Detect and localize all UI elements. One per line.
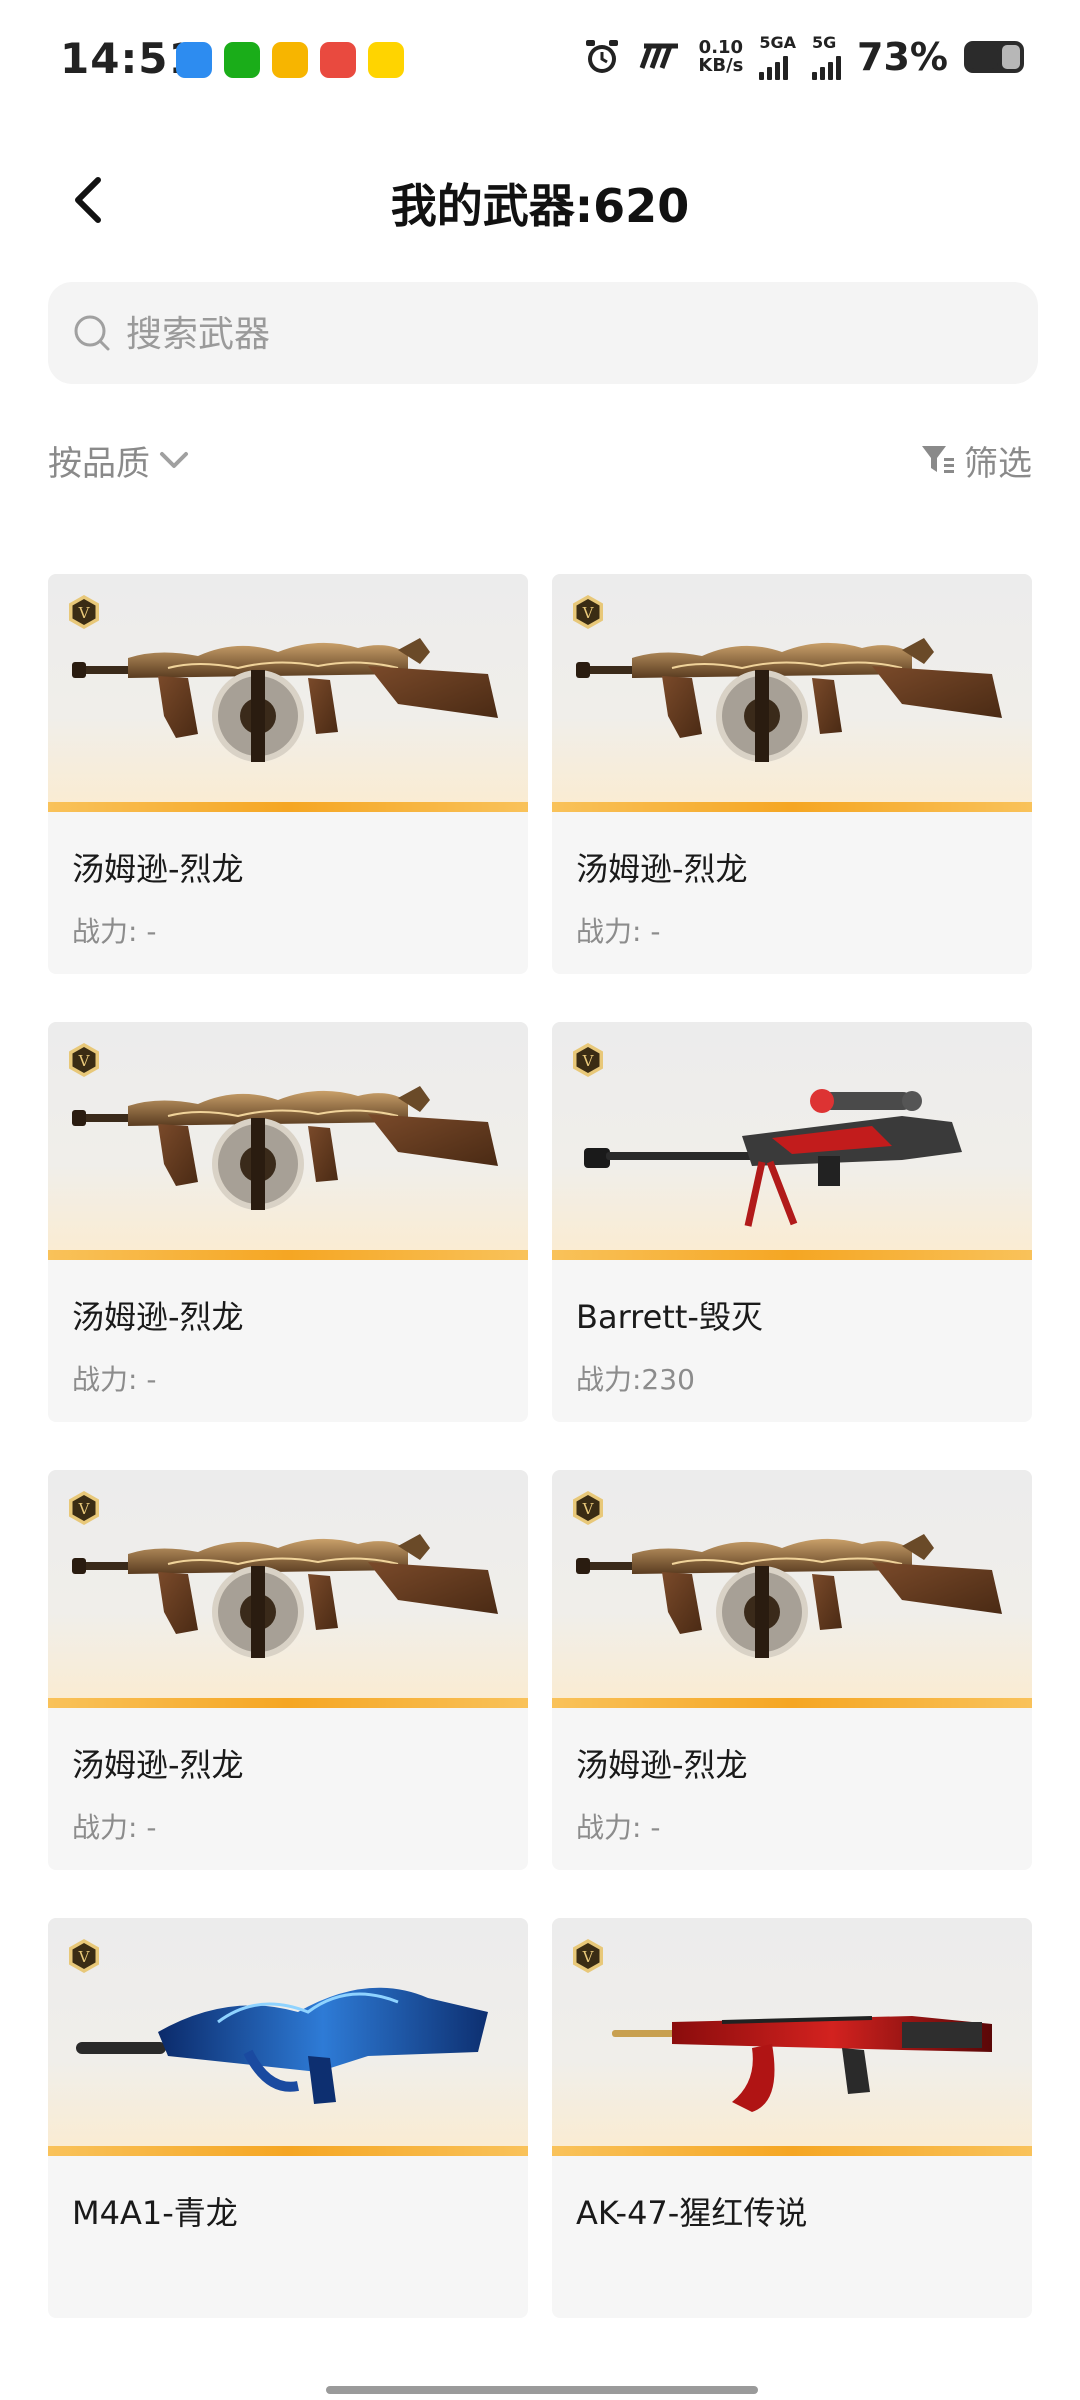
status-right: 0.10 KB/s 5GA 5G 73% xyxy=(582,34,1024,80)
reader-app-icon xyxy=(368,42,404,78)
ak47-rifle-image xyxy=(612,2016,992,2112)
status-app-icons xyxy=(176,42,404,78)
weapon-card[interactable]: V 汤姆逊-烈龙战力: - xyxy=(48,1470,528,1870)
page-header: 我的武器:620 xyxy=(0,150,1080,250)
sim1-label: 5GA xyxy=(759,33,797,52)
weapon-image: V xyxy=(48,574,528,812)
weapon-power: 战力: - xyxy=(72,1811,157,1844)
net-speed: 0.10 KB/s xyxy=(698,39,743,75)
sort-by-quality-button[interactable]: 按品质 xyxy=(48,432,192,488)
search-bar[interactable] xyxy=(48,282,1038,386)
thompson-gun-image xyxy=(72,638,498,762)
battery-percent: 73% xyxy=(857,35,948,79)
game-app-icon xyxy=(272,42,308,78)
thompson-gun-image xyxy=(72,1534,498,1658)
status-bar: 14:51 0.10 KB/s 5GA 5G 73% xyxy=(0,0,1080,120)
thompson-gun-image xyxy=(72,1086,498,1210)
weapon-card[interactable]: V 汤姆逊-烈龙战力: - xyxy=(48,1022,528,1422)
weapon-card[interactable]: V AK-47-猩红传说 xyxy=(552,1918,1032,2318)
weapon-name: AK-47-猩红传说 xyxy=(576,2194,808,2232)
page-title: 我的武器:620 xyxy=(390,179,690,233)
weapon-power: 战力: - xyxy=(72,915,157,948)
filter-label: 筛选 xyxy=(964,443,1032,484)
signal-bars-icon xyxy=(759,52,789,80)
filter-icon xyxy=(922,446,954,473)
thompson-gun-image xyxy=(576,1534,1002,1658)
search-icon xyxy=(74,315,110,351)
weapon-card[interactable]: V 汤姆逊-烈龙战力: - xyxy=(552,1470,1032,1870)
weapon-name: 汤姆逊-烈龙 xyxy=(72,1746,244,1784)
alarm-icon xyxy=(586,40,619,73)
weapon-grid[interactable]: 麒麟刺战力: -擎天战力: - V 汤姆逊-烈龙战力: - V xyxy=(48,526,1032,2400)
weapon-name: M4A1-青龙 xyxy=(72,2194,238,2232)
weapon-name: 汤姆逊-烈龙 xyxy=(72,1298,244,1336)
weapon-card[interactable]: V Barrett-毁灭战力:230 xyxy=(552,1022,1032,1422)
sort-label: 按品质 xyxy=(48,443,150,484)
weapon-name: 汤姆逊-烈龙 xyxy=(72,850,244,888)
sim2-label: 5G xyxy=(812,33,837,52)
weapon-card[interactable]: V 汤姆逊-烈龙战力: - xyxy=(48,574,528,974)
signal-sim2: 5G xyxy=(812,33,842,80)
video-app-icon xyxy=(320,42,356,78)
chevron-down-icon xyxy=(160,452,188,468)
weapon-name: Barrett-毁灭 xyxy=(576,1298,763,1336)
m4a1-rifle-image xyxy=(76,1987,488,2104)
weapon-power: 战力: - xyxy=(72,1363,157,1396)
weapon-image: V xyxy=(48,1470,528,1708)
weapon-image: V xyxy=(48,1022,528,1260)
weapon-image: V xyxy=(552,1470,1032,1708)
barrett-rifle-image xyxy=(584,1089,962,1227)
signal-sim1: 5GA xyxy=(759,34,796,80)
weapon-power: 战力: - xyxy=(576,915,661,948)
signal-bars-icon xyxy=(812,52,842,80)
message-app-icon xyxy=(176,42,212,78)
search-input[interactable] xyxy=(124,282,1008,386)
weapon-power: 战力:230 xyxy=(576,1363,695,1396)
filter-button[interactable]: 筛选 xyxy=(920,432,1032,488)
weapon-image: V xyxy=(552,1918,1032,2156)
weapon-power: 战力: - xyxy=(576,1811,661,1844)
weapon-card[interactable]: V 汤姆逊-烈龙战力: - xyxy=(552,574,1032,974)
weapon-name: 汤姆逊-烈龙 xyxy=(576,850,748,888)
weapon-grid-content: 麒麟刺战力: -擎天战力: - V 汤姆逊-烈龙战力: - V xyxy=(48,526,1032,2318)
weapon-image: V xyxy=(48,1918,528,2156)
battery-icon xyxy=(964,41,1024,73)
weapon-card[interactable]: V M4A1-青龙 xyxy=(48,1918,528,2318)
weapon-image: V xyxy=(552,1022,1032,1260)
net-speed-unit: KB/s xyxy=(698,55,744,76)
weapon-name: 汤姆逊-烈龙 xyxy=(576,1746,748,1784)
wechat-icon xyxy=(224,42,260,78)
thompson-gun-image xyxy=(576,638,1002,762)
brand-logo-icon xyxy=(640,43,679,69)
home-indicator[interactable] xyxy=(326,2386,758,2394)
weapon-image: V xyxy=(552,574,1032,812)
